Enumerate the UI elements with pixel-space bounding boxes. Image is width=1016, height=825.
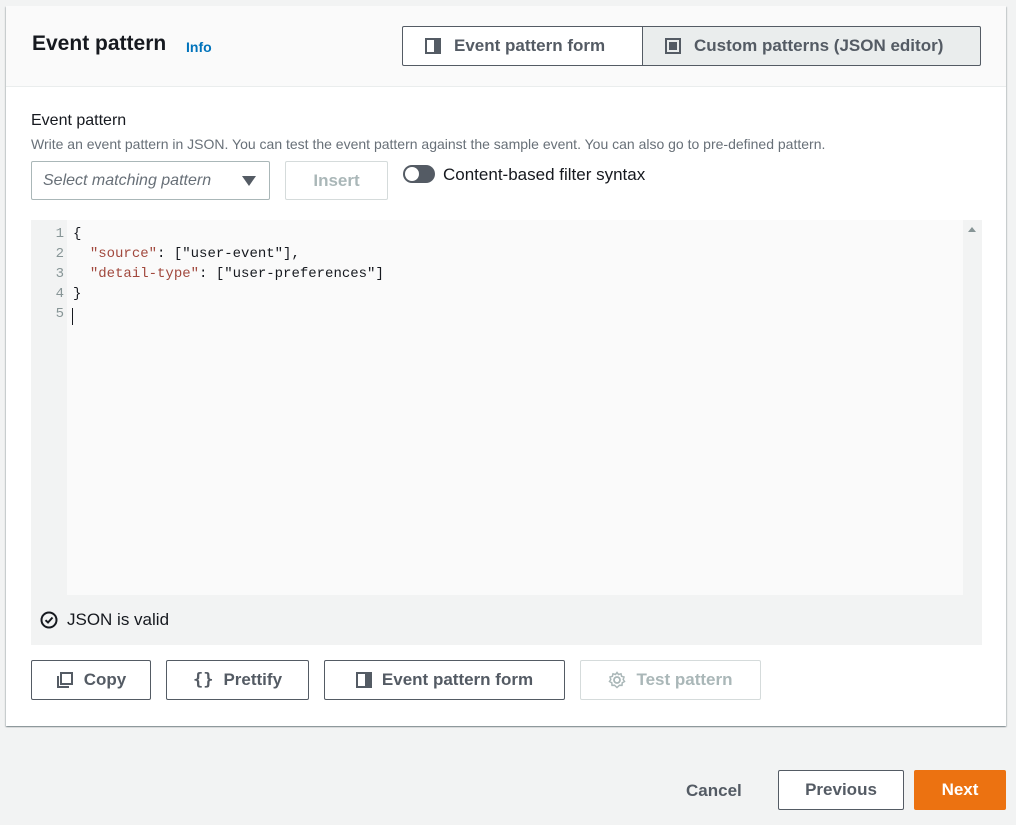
button-label: Test pattern bbox=[636, 670, 733, 689]
toggle-knob bbox=[405, 167, 419, 181]
prettify-button[interactable]: {} Prettify bbox=[166, 660, 309, 700]
json-value: : ["user-preferences"] bbox=[199, 266, 384, 282]
toggle-label: Content-based filter syntax bbox=[443, 165, 646, 184]
line-number: 1 bbox=[55, 226, 64, 242]
button-label: Copy bbox=[83, 670, 127, 689]
section-description: Write an event pattern in JSON. You can … bbox=[31, 136, 826, 152]
page-title: Event pattern bbox=[32, 32, 167, 55]
insert-button[interactable]: Insert bbox=[285, 161, 388, 200]
select-placeholder: Select matching pattern bbox=[43, 171, 212, 189]
tab-custom-patterns-json-editor[interactable]: Custom patterns (JSON editor) bbox=[642, 26, 981, 66]
code-line: "source": ["user-event"], bbox=[73, 244, 300, 264]
cancel-button[interactable]: Cancel bbox=[686, 781, 742, 801]
line-number: 2 bbox=[55, 246, 64, 262]
button-label: Prettify bbox=[223, 670, 283, 689]
line-number: 4 bbox=[55, 286, 64, 302]
json-value: : ["user-event"], bbox=[157, 246, 300, 262]
previous-button[interactable]: Previous bbox=[778, 770, 904, 810]
validation-text: JSON is valid bbox=[67, 610, 170, 629]
section-label: Event pattern bbox=[31, 112, 127, 129]
line-number: 3 bbox=[55, 266, 64, 282]
copy-button[interactable]: Copy bbox=[31, 660, 151, 700]
next-button[interactable]: Next bbox=[914, 770, 1006, 810]
code-line: { bbox=[73, 226, 82, 242]
check-circle-icon bbox=[40, 611, 58, 629]
button-label: Event pattern form bbox=[381, 670, 534, 689]
braces-icon: {} bbox=[192, 670, 214, 690]
tab-label: Custom patterns (JSON editor) bbox=[694, 36, 944, 55]
code-line: "detail-type": ["user-preferences"] bbox=[73, 264, 384, 284]
json-key: "detail-type" bbox=[89, 266, 200, 282]
panel-header: Event pattern Info Event pattern form Cu… bbox=[6, 6, 1006, 87]
event-pattern-form-button[interactable]: Event pattern form bbox=[324, 660, 565, 700]
content-filter-toggle[interactable] bbox=[403, 165, 435, 183]
line-number-gutter: 1 2 3 4 5 bbox=[31, 220, 67, 595]
json-editor[interactable]: 1 2 3 4 5 { "source": ["user-event"], "d… bbox=[31, 220, 982, 645]
caret-down-icon bbox=[242, 176, 256, 186]
code-line: } bbox=[73, 286, 82, 302]
matching-pattern-select[interactable]: Select matching pattern bbox=[31, 161, 270, 200]
json-key: "source" bbox=[89, 246, 158, 262]
split-panel-icon bbox=[355, 672, 372, 688]
scroll-up-arrow-icon[interactable] bbox=[968, 227, 976, 232]
validation-status: JSON is valid bbox=[40, 610, 169, 630]
text-cursor bbox=[72, 308, 73, 325]
split-panel-icon bbox=[425, 38, 441, 54]
filled-square-icon bbox=[665, 38, 681, 54]
tab-event-pattern-form[interactable]: Event pattern form bbox=[402, 26, 643, 66]
test-pattern-button[interactable]: Test pattern bbox=[580, 660, 761, 700]
vertical-scrollbar[interactable] bbox=[963, 220, 982, 595]
copy-icon bbox=[56, 672, 73, 688]
event-pattern-panel: Event pattern Info Event pattern form Cu… bbox=[6, 6, 1006, 726]
tab-label: Event pattern form bbox=[454, 36, 606, 55]
line-number: 5 bbox=[55, 306, 64, 322]
gear-icon bbox=[608, 671, 627, 689]
info-link[interactable]: Info bbox=[186, 39, 212, 55]
